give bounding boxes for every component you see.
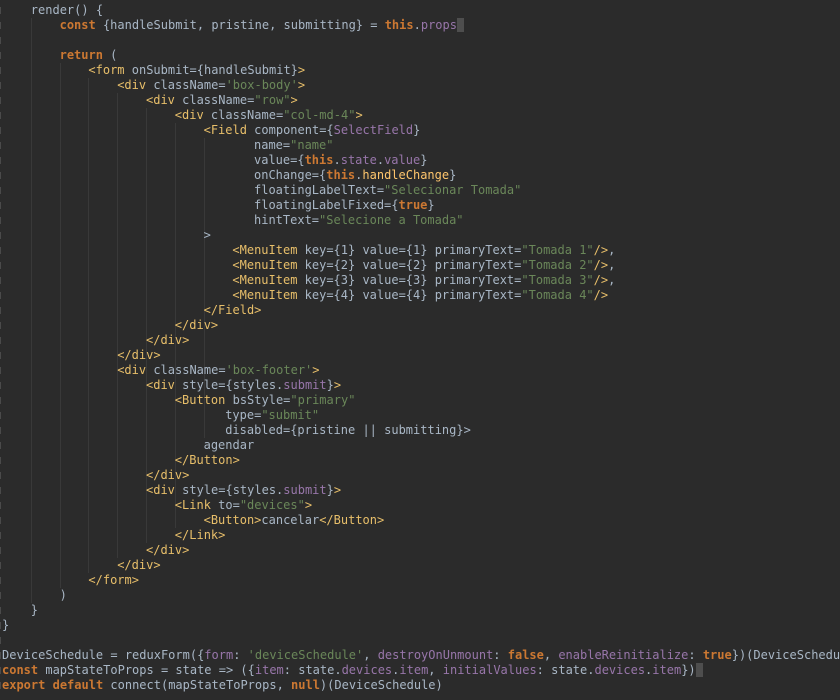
code-line: <Link to="devices"> [174, 498, 313, 512]
code-line: disabled={pristine || submitting}> [225, 423, 471, 437]
code-line: </div> [174, 318, 219, 332]
gutter-marker [0, 637, 1, 644]
gutter-marker [0, 187, 1, 194]
code-line: const mapStateToProps = state => ({item:… [2, 663, 703, 678]
gutter-marker [0, 97, 1, 104]
gutter-marker [0, 232, 1, 239]
code-line: const {handleSubmit, pristine, submittin… [60, 18, 464, 33]
gutter-marker [0, 82, 1, 89]
code-line: <Button bsStyle="primary" [174, 393, 356, 407]
code-line: <div className='box-footer'> [117, 363, 320, 377]
gutter-marker [0, 307, 1, 314]
gutter-marker [0, 592, 1, 599]
code-line: } [2, 618, 10, 632]
gutter-marker [0, 607, 1, 614]
gutter-marker [0, 412, 1, 419]
gutter-marker [0, 22, 1, 29]
code-line: return ( [59, 48, 118, 62]
text-cursor [695, 663, 703, 677]
code-line: </div> [146, 468, 190, 482]
code-line: > [203, 228, 211, 242]
code-line: </div> [117, 348, 161, 362]
code-line: name="name" [254, 138, 334, 152]
code-line: type="submit" [225, 408, 320, 422]
gutter-marker [0, 52, 1, 59]
gutter-marker [0, 367, 1, 374]
gutter-marker [0, 427, 1, 434]
code-line: </Field> [203, 303, 262, 317]
gutter-marker [0, 127, 1, 134]
gutter-marker [0, 577, 1, 584]
gutter-marker [0, 157, 1, 164]
gutter-marker [0, 547, 1, 554]
code-line: ) [59, 588, 67, 602]
code-line: <MenuItem key={3} value={3} primaryText=… [232, 273, 616, 287]
gutter-marker [0, 442, 1, 449]
gutter-marker [0, 682, 1, 689]
code-line: </Link> [174, 528, 226, 542]
code-line: </Button> [174, 453, 240, 467]
code-line: value={this.state.value} [254, 153, 428, 167]
gutter-marker [0, 562, 1, 569]
indent-guide [117, 93, 119, 558]
code-line: } [30, 603, 39, 617]
code-line: render() { [30, 3, 104, 17]
code-line: DeviceSchedule = reduxForm({form: 'devic… [2, 648, 840, 662]
code-line: onChange={this.handleChange} [254, 168, 457, 182]
gutter-marker [0, 652, 1, 659]
gutter-marker [0, 322, 1, 329]
code-line: <Field component={SelectField} [203, 123, 421, 137]
gutter-marker [0, 112, 1, 119]
code-line: hintText="Selecione a Tomada" [254, 213, 464, 227]
gutter-marker [0, 352, 1, 359]
code-line: </div> [146, 543, 190, 557]
gutter-marker [0, 487, 1, 494]
code-line: <div style={styles.submit}> [146, 378, 342, 392]
gutter-marker [0, 382, 1, 389]
code-line: <div className='box-body'> [117, 78, 306, 92]
code-line: <form onSubmit={handleSubmit}> [88, 63, 306, 77]
gutter-marker [0, 457, 1, 464]
gutter-marker [0, 142, 1, 149]
gutter-marker [0, 517, 1, 524]
gutter-marker [0, 502, 1, 509]
gutter-marker [0, 622, 1, 629]
code-line: <div style={styles.submit}> [146, 483, 342, 497]
gutter-marker [0, 337, 1, 344]
gutter-marker [0, 472, 1, 479]
code-line: <MenuItem key={4} value={4} primaryText=… [232, 288, 609, 302]
code-line: <div className="col-md-4"> [174, 108, 363, 122]
code-line: </form> [88, 573, 139, 587]
gutter-marker [0, 262, 1, 269]
gutter-marker [0, 37, 1, 44]
code-line: floatingLabelFixed={true} [254, 198, 435, 212]
gutter-marker [0, 397, 1, 404]
gutter-marker [0, 217, 1, 224]
code-line: floatingLabelText="Selecionar Tomada" [254, 183, 522, 197]
code-line: </div> [146, 333, 190, 347]
code-line: export default connect(mapStateToProps, … [2, 678, 443, 692]
indent-guide [30, 18, 32, 603]
gutter-marker [0, 67, 1, 74]
indent-guide [88, 78, 90, 573]
indent-guide [59, 63, 61, 588]
code-line: <MenuItem key={1} value={1} primaryText=… [232, 243, 616, 257]
code-line: </div> [117, 558, 161, 572]
text-cursor [456, 18, 464, 32]
gutter-marker [0, 532, 1, 539]
code-line: <div className="row"> [146, 93, 298, 107]
code-line: agendar [203, 438, 255, 452]
gutter-marker [0, 247, 1, 254]
code-editor[interactable]: render() {const {handleSubmit, pristine,… [0, 0, 840, 700]
gutter-marker [0, 277, 1, 284]
gutter-marker [0, 667, 1, 674]
gutter-marker [0, 292, 1, 299]
code-line: <MenuItem key={2} value={2} primaryText=… [232, 258, 616, 272]
gutter-marker [0, 7, 1, 14]
gutter-marker [0, 172, 1, 179]
gutter-marker [0, 202, 1, 209]
code-line: <Button>cancelar</Button> [203, 513, 385, 527]
